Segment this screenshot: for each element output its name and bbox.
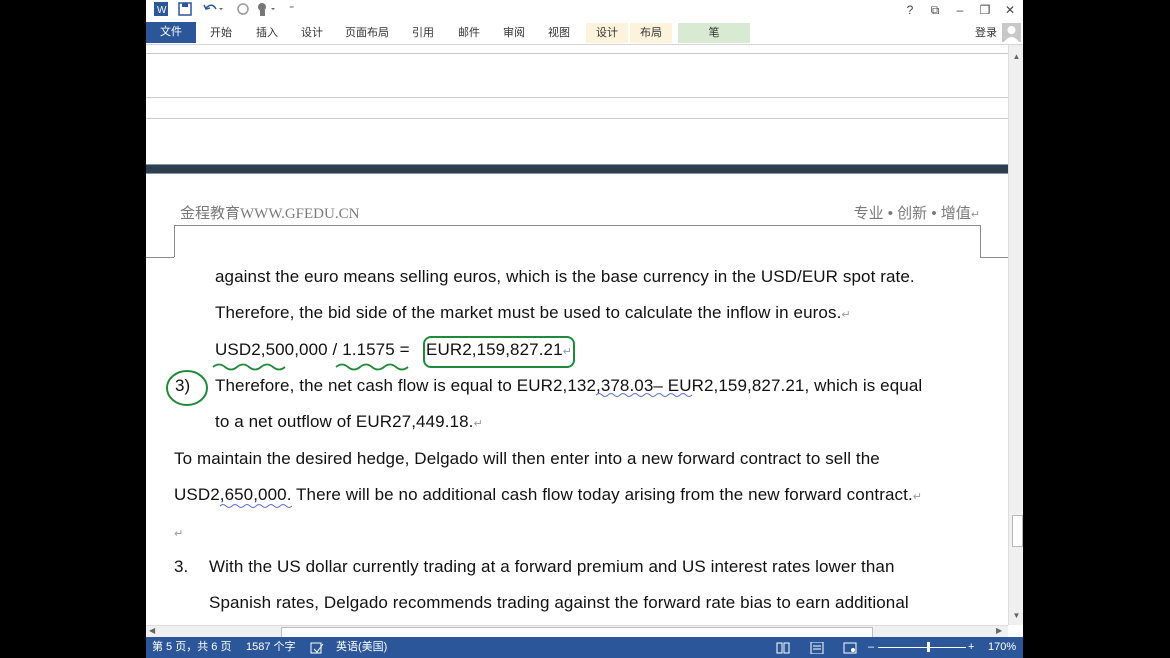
redo-icon[interactable]: [236, 2, 250, 18]
page-count[interactable]: 第 5 页，共 6 页: [152, 637, 231, 658]
undo-icon[interactable]: [203, 2, 223, 18]
annotation-underline: [335, 363, 409, 371]
document-area[interactable]: 金程教育WWW.GFEDU.CN 专业 • 创新 • 增值↵ against t…: [146, 45, 1008, 625]
close-button[interactable]: ✕: [999, 1, 1021, 19]
pen-annotations: [166, 336, 693, 508]
vertical-scrollbar[interactable]: ▲ ▼: [1008, 45, 1023, 625]
scroll-left-icon[interactable]: ◀: [149, 626, 155, 635]
proofing-icon[interactable]: [310, 637, 324, 658]
tab-review[interactable]: 审阅: [497, 23, 531, 43]
spellcheck-underline: [595, 393, 693, 397]
tab-view[interactable]: 视图: [542, 23, 576, 43]
scroll-right-icon[interactable]: ▶: [996, 626, 1002, 635]
tab-table-design[interactable]: 设计: [586, 23, 628, 43]
login-link[interactable]: 登录: [975, 23, 997, 43]
help-button[interactable]: ?: [899, 1, 921, 19]
ribbon-display-options-button[interactable]: ⧉: [924, 1, 946, 19]
tab-home[interactable]: 开始: [204, 23, 238, 43]
zoom-out-button[interactable]: –: [868, 637, 874, 658]
vertical-scroll-thumb[interactable]: [1012, 515, 1023, 547]
customize-qat-icon[interactable]: ⁼: [289, 2, 294, 18]
zoom-slider-thumb[interactable]: [927, 642, 930, 652]
restore-button[interactable]: ❐: [974, 1, 996, 19]
tab-table-layout[interactable]: 布局: [630, 23, 672, 43]
tab-insert[interactable]: 插入: [250, 23, 284, 43]
scroll-up-icon[interactable]: ▲: [1009, 51, 1023, 63]
tab-design[interactable]: 设计: [295, 23, 329, 43]
annotation-circle: [166, 370, 208, 406]
tab-pen[interactable]: 笔: [678, 23, 750, 43]
avatar[interactable]: [1002, 23, 1021, 42]
language-indicator[interactable]: 英语(美国): [336, 637, 387, 658]
word-count[interactable]: 1587 个字: [246, 637, 296, 658]
zoom-level[interactable]: 170%: [988, 637, 1016, 658]
print-layout-icon[interactable]: [810, 637, 824, 658]
tab-page-layout[interactable]: 页面布局: [342, 23, 392, 43]
tab-references[interactable]: 引用: [406, 23, 440, 43]
ribbon-tabs: 文件 开始 插入 设计 页面布局 引用 邮件 审阅 视图 设计 布局 笔 登录: [146, 20, 1023, 45]
svg-text:W: W: [157, 5, 167, 16]
spellcheck-underline: [219, 504, 293, 508]
annotation-underline: [212, 363, 286, 371]
tab-mailings[interactable]: 邮件: [452, 23, 486, 43]
title-bar: W ⁼ ? ⧉ – ❐ ✕: [146, 0, 1023, 20]
annotation-box: [423, 336, 575, 368]
scroll-down-icon[interactable]: ▼: [1009, 610, 1023, 622]
touch-mode-icon[interactable]: [256, 2, 276, 18]
save-icon[interactable]: [178, 2, 192, 18]
word-window: W ⁼ ? ⧉ – ❐ ✕ 文件 开始 插入 设计 页面布局 引用 邮件 审阅 …: [146, 0, 1023, 658]
zoom-slider[interactable]: [878, 647, 966, 648]
tab-file[interactable]: 文件: [146, 22, 196, 43]
zoom-in-button[interactable]: +: [968, 637, 974, 658]
status-bar: 第 5 页，共 6 页 1587 个字 英语(美国) – + 170%: [146, 637, 1023, 658]
web-layout-icon[interactable]: [843, 637, 857, 658]
minimize-button[interactable]: –: [949, 1, 971, 19]
read-mode-icon[interactable]: [776, 637, 790, 658]
word-icon: W: [154, 2, 168, 18]
